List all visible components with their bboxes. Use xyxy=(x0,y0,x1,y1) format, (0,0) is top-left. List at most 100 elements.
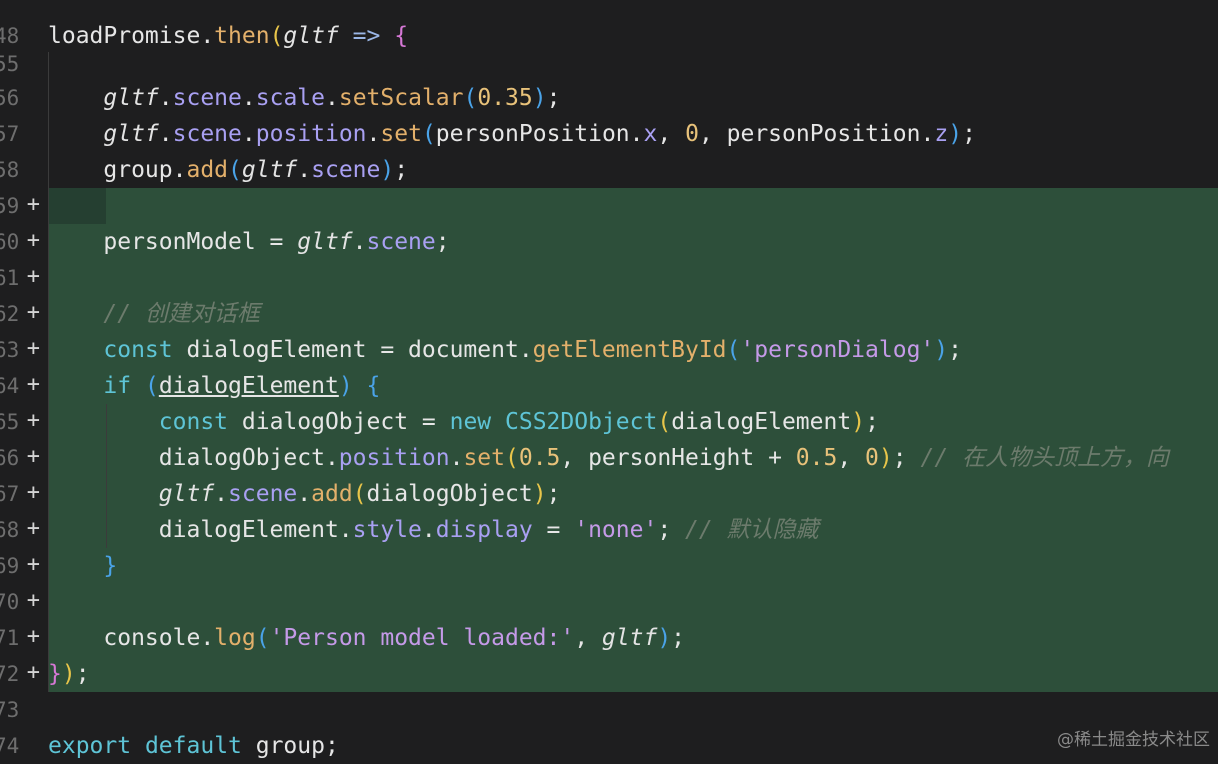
code-line-content[interactable]: }); xyxy=(48,656,1218,692)
code-line-content[interactable] xyxy=(48,584,1218,620)
added-line-plus-icon: + xyxy=(26,516,40,541)
line-number: 65 xyxy=(0,410,20,434)
code-line-content[interactable]: gltf.scene.add(dialogObject); xyxy=(48,476,1218,512)
code-line[interactable]: const dialogObject = new CSS2DObject(dia… xyxy=(0,404,1218,440)
code-token: { xyxy=(366,373,381,399)
code-line-content[interactable]: if (dialogElement) { xyxy=(48,368,1218,404)
code-line[interactable]: if (dialogElement) {64 + xyxy=(0,368,1218,404)
code-token: ; xyxy=(546,85,561,111)
line-gutter[interactable]: 65 + xyxy=(0,404,48,440)
line-gutter[interactable]: 72 + xyxy=(0,656,48,692)
code-line-content[interactable]: // 创建对话框 xyxy=(48,296,1218,332)
line-gutter[interactable]: 61 + xyxy=(0,260,48,296)
code-line-content[interactable] xyxy=(48,46,1218,82)
code-editor[interactable]: loadPromise.then(gltf => {48 55 gltf.scen… xyxy=(0,0,1218,759)
code-token: set xyxy=(463,445,505,471)
code-line[interactable]: 61 + xyxy=(0,260,1218,296)
code-line-content[interactable]: dialogElement.style.display = 'none'; //… xyxy=(48,512,1218,548)
code-line-content[interactable]: const dialogObject = new CSS2DObject(dia… xyxy=(48,404,1218,440)
line-gutter[interactable]: 68 + xyxy=(0,512,48,548)
code-token: ( xyxy=(421,121,436,147)
code-line[interactable]: 70 + xyxy=(0,584,1218,620)
code-line-content[interactable]: group.add(gltf.scene); xyxy=(48,152,1218,188)
code-line[interactable]: gltf.scene.scale.setScalar(0.35); 56 xyxy=(0,80,1218,116)
line-gutter[interactable]: 56 xyxy=(0,80,48,116)
code-token: display xyxy=(435,517,533,543)
code-token: gltf xyxy=(103,85,159,111)
code-token: 0 xyxy=(685,121,699,147)
code-token: default xyxy=(144,733,242,759)
code-line[interactable]: 73 xyxy=(0,692,1218,728)
code-token: const xyxy=(158,409,229,435)
watermark: @稀土掘金技术社区 xyxy=(1057,730,1210,750)
line-gutter[interactable]: 59 + xyxy=(0,188,48,224)
code-line[interactable]: }); 72 + xyxy=(0,656,1218,692)
code-token: getElementById xyxy=(532,337,727,363)
code-text: } xyxy=(48,553,117,579)
code-line[interactable]: group.add(gltf.scene); 58 xyxy=(0,152,1218,188)
code-token: ) xyxy=(532,481,547,507)
line-gutter[interactable]: 55 xyxy=(0,46,48,82)
code-token: dialogObject = xyxy=(228,409,450,435)
code-line-content[interactable] xyxy=(48,188,1218,224)
line-gutter[interactable]: 74 xyxy=(0,728,48,764)
code-line[interactable]: 55 xyxy=(0,46,1218,82)
line-gutter[interactable]: 69 + xyxy=(0,548,48,584)
code-token: 0.35 xyxy=(477,85,533,111)
line-gutter[interactable]: 62 + xyxy=(0,296,48,332)
code-token: 'personDialog' xyxy=(740,337,935,363)
code-token: , personPosition. xyxy=(698,121,935,147)
code-line-content[interactable] xyxy=(48,260,1218,296)
line-gutter[interactable]: 66 + xyxy=(0,440,48,476)
line-number: 66 xyxy=(0,446,20,470)
code-line-content[interactable]: dialogObject.position.set(0.5, personHei… xyxy=(48,440,1218,476)
added-line-plus-icon: + xyxy=(26,660,40,685)
code-token: ( xyxy=(463,85,478,111)
code-token: ) xyxy=(934,337,949,363)
line-gutter[interactable]: 57 xyxy=(0,116,48,152)
code-text: gltf.scene.position.set(personPosition.x… xyxy=(48,121,976,147)
code-token: ; xyxy=(865,409,879,435)
line-gutter[interactable]: 58 xyxy=(0,152,48,188)
line-gutter[interactable]: 64 + xyxy=(0,368,48,404)
line-gutter[interactable]: 63 + xyxy=(0,332,48,368)
line-number: 60 xyxy=(0,230,20,254)
code-line[interactable]: } 69 + xyxy=(0,548,1218,584)
code-line[interactable]: gltf.scene.add(dialogObject); 67 + xyxy=(0,476,1218,512)
code-line-content[interactable]: console.log('Person model loaded:', gltf… xyxy=(48,620,1218,656)
code-line[interactable]: // 创建对话框 62 + xyxy=(0,296,1218,332)
code-token: // 默认隐藏 xyxy=(685,517,819,543)
code-line-content[interactable]: const dialogElement = document.getElemen… xyxy=(48,332,1218,368)
code-token: } xyxy=(48,661,62,687)
code-line[interactable]: export default group; 74 xyxy=(0,728,1218,764)
code-line[interactable]: const dialogElement = document.getElemen… xyxy=(0,332,1218,368)
code-token: personPosition. xyxy=(435,121,644,147)
code-line[interactable]: dialogObject.position.set(0.5, personHei… xyxy=(0,440,1218,476)
code-token: gltf xyxy=(601,625,658,651)
code-line[interactable]: 59 + xyxy=(0,188,1218,224)
code-token: , xyxy=(574,625,602,651)
code-line-content[interactable]: } xyxy=(48,548,1218,584)
code-line[interactable]: console.log('Person model loaded:', gltf… xyxy=(0,620,1218,656)
line-gutter[interactable]: 67 + xyxy=(0,476,48,512)
code-token: ( xyxy=(255,625,270,651)
code-line-content[interactable]: gltf.scene.scale.setScalar(0.35); xyxy=(48,80,1218,116)
added-line-plus-icon: + xyxy=(26,588,40,613)
code-token: ) xyxy=(851,409,866,435)
code-line-content[interactable]: gltf.scene.position.set(personPosition.x… xyxy=(48,116,1218,152)
code-line[interactable]: dialogElement.style.display = 'none'; //… xyxy=(0,512,1218,548)
code-line[interactable]: gltf.scene.position.set(personPosition.x… xyxy=(0,116,1218,152)
code-line-content[interactable]: export default group; xyxy=(48,728,1218,764)
code-line-content[interactable]: personModel = gltf.scene; xyxy=(48,224,1218,260)
line-gutter[interactable]: 70 + xyxy=(0,584,48,620)
line-gutter[interactable]: 73 xyxy=(0,692,48,728)
code-line[interactable]: personModel = gltf.scene; 60 + xyxy=(0,224,1218,260)
line-gutter[interactable]: 71 + xyxy=(0,620,48,656)
line-gutter[interactable]: 60 + xyxy=(0,224,48,260)
code-line-content[interactable] xyxy=(48,692,1218,728)
code-token: scene xyxy=(366,229,436,255)
